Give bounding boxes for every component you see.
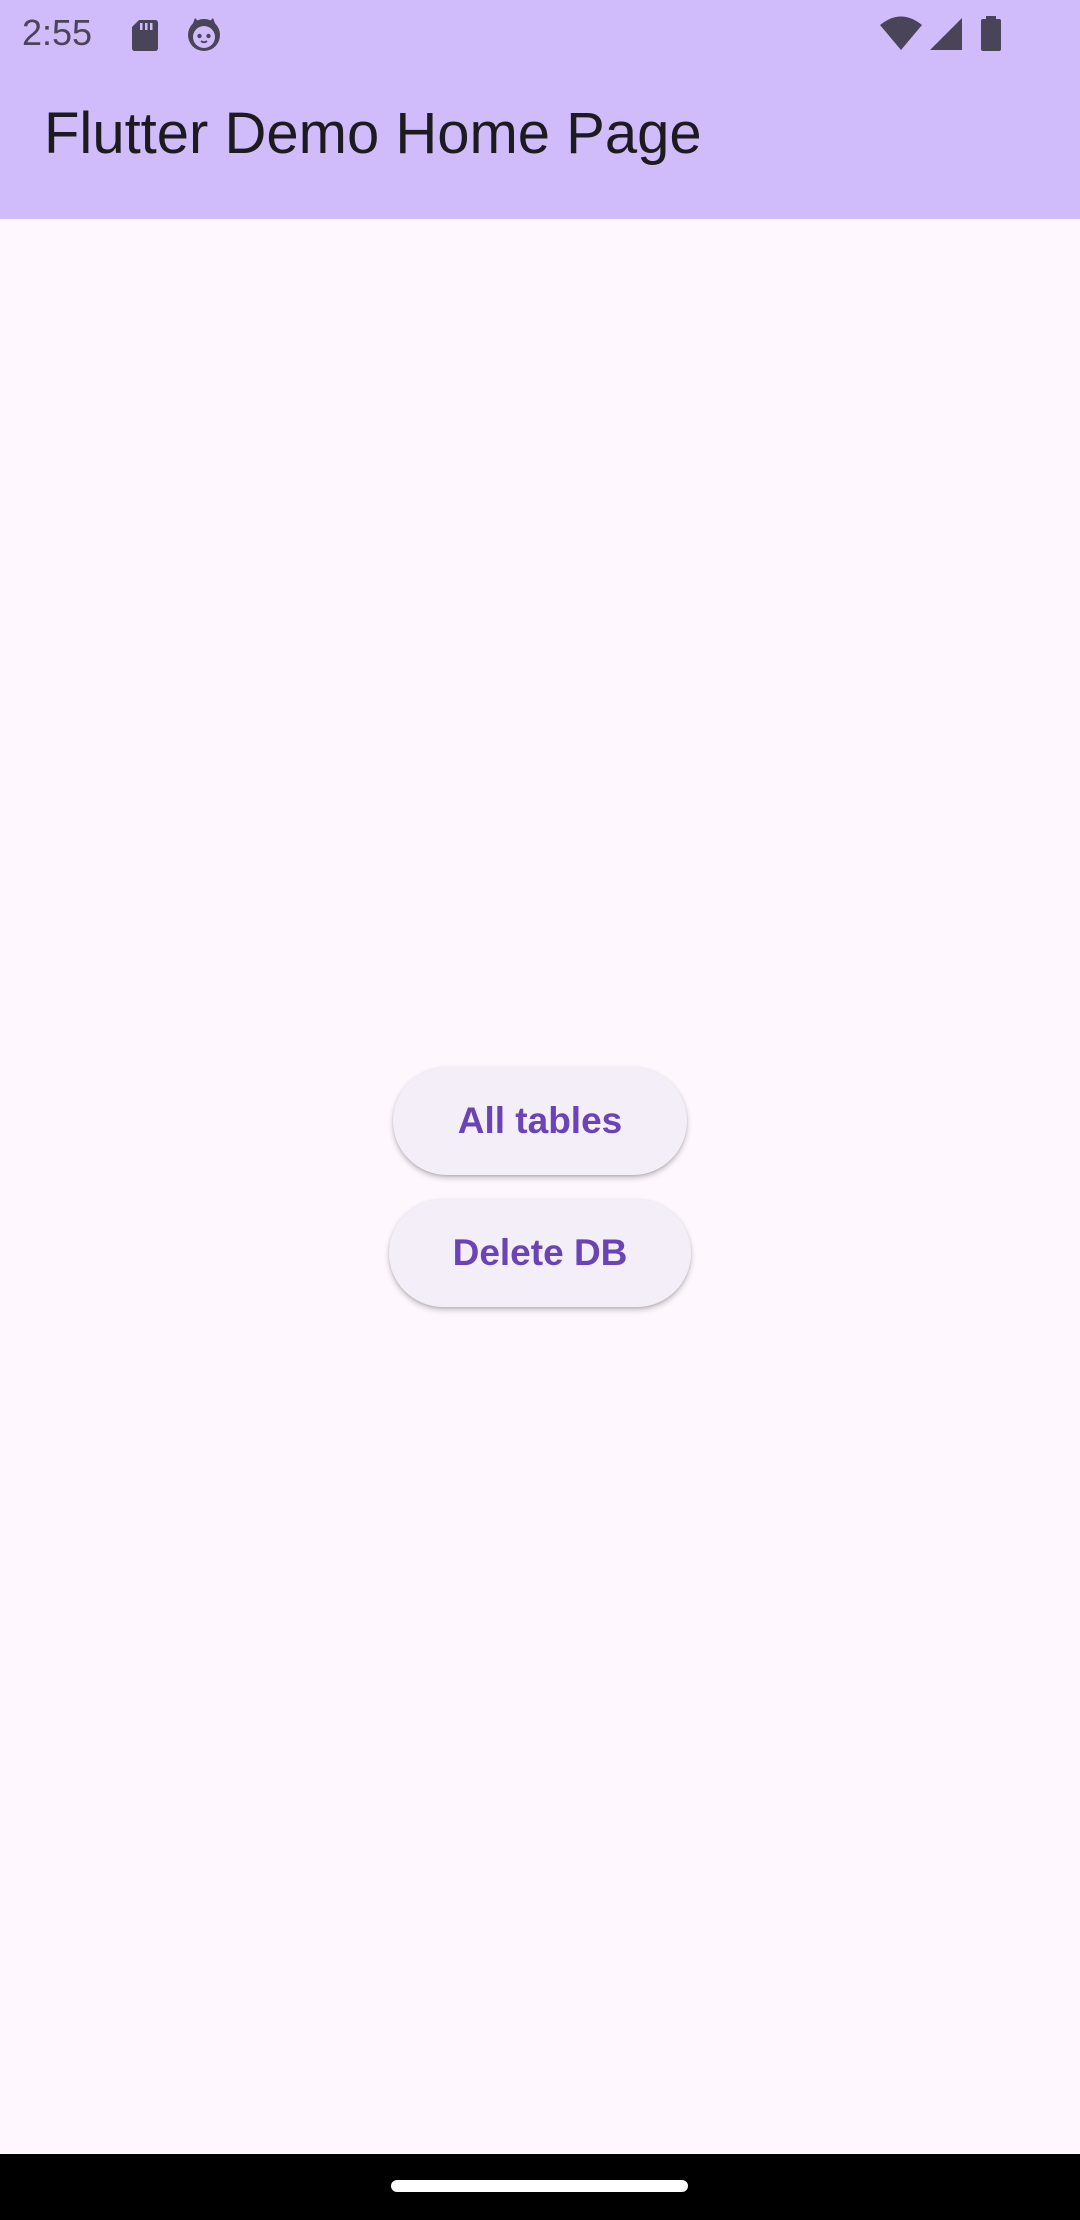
- battery-icon: [981, 16, 1001, 51]
- delete-db-button[interactable]: Delete DB: [389, 1199, 691, 1307]
- status-bar: 2:55: [0, 0, 1080, 66]
- wifi-icon: [880, 16, 922, 50]
- top-app-area: 2:55 Flutter Demo Home Page: [0, 0, 1080, 219]
- all-tables-button[interactable]: All tables: [393, 1067, 687, 1175]
- cat-face-icon: [188, 18, 220, 51]
- home-indicator[interactable]: [391, 2180, 688, 2192]
- signal-icon: [930, 18, 962, 50]
- app-bar-title: Flutter Demo Home Page: [44, 101, 702, 166]
- status-time: 2:55: [22, 12, 93, 53]
- screen: 2:55 Flutter Demo Home Page All tables D…: [0, 0, 1080, 2220]
- sd-card-icon: [132, 20, 158, 51]
